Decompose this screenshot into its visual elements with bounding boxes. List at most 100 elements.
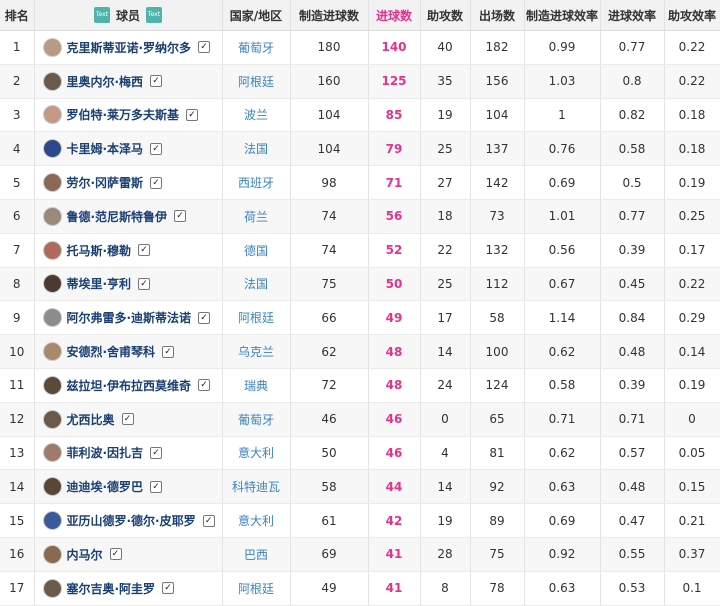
- player-name-link[interactable]: 蒂埃里·亨利: [67, 277, 132, 291]
- country-link[interactable]: 荷兰: [222, 199, 291, 234]
- checkbox-icon[interactable]: ✓: [138, 277, 151, 290]
- player-name-link[interactable]: 卡里姆·本泽马: [67, 142, 144, 156]
- player-cell[interactable]: 安德烈·舍甫琴科 ✓: [34, 334, 223, 369]
- assists-cell: 40: [420, 30, 471, 65]
- assists-cell: 28: [420, 537, 471, 572]
- assists-cell: 22: [420, 233, 471, 268]
- country-link[interactable]: 波兰: [222, 98, 291, 133]
- player-cell[interactable]: 里奥内尔·梅西 ✓: [34, 64, 223, 99]
- player-name-link[interactable]: 里奥内尔·梅西: [67, 75, 144, 89]
- country-link[interactable]: 法国: [222, 131, 291, 167]
- country-link[interactable]: 法国: [222, 267, 291, 302]
- header-rank[interactable]: 排名: [0, 0, 35, 31]
- rank-cell: 12: [0, 402, 35, 437]
- country-link[interactable]: 意大利: [222, 503, 291, 538]
- checkbox-icon[interactable]: ✓: [162, 345, 175, 358]
- checkbox-icon[interactable]: ✓: [109, 548, 122, 561]
- header-goal-eff[interactable]: 进球效率: [600, 0, 665, 31]
- country-link[interactable]: 科特迪瓦: [222, 469, 291, 505]
- country-link[interactable]: 阿根廷: [222, 64, 291, 99]
- assists-cell: 35: [420, 64, 471, 99]
- player-cell[interactable]: 劳尔·冈萨雷斯 ✓: [34, 165, 223, 200]
- country-link[interactable]: 巴西: [222, 537, 291, 572]
- header-assists[interactable]: 助攻数: [420, 0, 471, 31]
- player-cell[interactable]: 兹拉坦·伊布拉西莫维奇 ✓: [34, 368, 223, 403]
- header-player[interactable]: Text 球员 Text: [34, 0, 223, 31]
- player-name-link[interactable]: 劳尔·冈萨雷斯: [67, 176, 144, 190]
- checkbox-icon[interactable]: ✓: [150, 480, 163, 493]
- country-link[interactable]: 意大利: [222, 436, 291, 471]
- table-row: 10 安德烈·舍甫琴科 ✓ 乌克兰 62 48 14 100 0.62 0.48 0.14: [0, 334, 720, 369]
- player-cell[interactable]: 塞尔吉奥·阿圭罗 ✓: [34, 571, 223, 606]
- country-link[interactable]: 瑞典: [222, 368, 291, 403]
- assists-cell: 27: [420, 165, 471, 200]
- assists-cell: 14: [420, 334, 471, 369]
- text-tool-icon-left[interactable]: Text: [93, 7, 110, 23]
- player-cell[interactable]: 内马尔 ✓: [34, 537, 223, 572]
- player-name-link[interactable]: 托马斯·穆勒: [67, 244, 132, 258]
- checkbox-icon[interactable]: ✓: [150, 176, 163, 189]
- country-link[interactable]: 葡萄牙: [222, 402, 291, 437]
- header-country[interactable]: 国家/地区: [222, 0, 291, 31]
- rank-cell: 2: [0, 64, 35, 99]
- header-created[interactable]: 制造进球数: [290, 0, 369, 31]
- header-goals[interactable]: 进球数: [368, 0, 421, 31]
- player-name-link[interactable]: 尤西比奥: [67, 413, 115, 427]
- player-cell[interactable]: 菲利波·因扎吉 ✓: [34, 436, 223, 471]
- checkbox-icon[interactable]: ✓: [202, 514, 215, 527]
- rank-cell: 4: [0, 131, 35, 167]
- player-cell[interactable]: 罗伯特·莱万多夫斯基 ✓: [34, 98, 223, 133]
- player-name-link[interactable]: 安德烈·舍甫琴科: [67, 345, 156, 359]
- header-created-eff[interactable]: 制造进球效率: [524, 0, 601, 31]
- text-tool-icon-right[interactable]: Text: [146, 7, 162, 23]
- checkbox-icon[interactable]: ✓: [138, 244, 151, 257]
- player-name-link[interactable]: 内马尔: [67, 548, 103, 562]
- header-apps[interactable]: 出场数: [470, 0, 525, 31]
- checkbox-icon[interactable]: ✓: [174, 210, 187, 223]
- country-link[interactable]: 葡萄牙: [222, 30, 291, 65]
- country-link[interactable]: 阿根廷: [222, 300, 291, 336]
- created-eff-cell: 1.03: [524, 64, 601, 99]
- player-avatar: [42, 477, 62, 497]
- player-name-link[interactable]: 兹拉坦·伊布拉西莫维奇: [67, 379, 192, 393]
- header-assist-eff[interactable]: 助攻效率: [664, 0, 720, 31]
- player-cell[interactable]: 鲁德·范尼斯特鲁伊 ✓: [34, 199, 223, 234]
- player-name-link[interactable]: 亚历山德罗·德尔·皮耶罗: [67, 514, 196, 528]
- country-link[interactable]: 乌克兰: [222, 334, 291, 369]
- player-cell[interactable]: 阿尔弗雷多·迪斯蒂法诺 ✓: [34, 300, 223, 336]
- player-cell[interactable]: 蒂埃里·亨利 ✓: [34, 267, 223, 302]
- assists-cell: 18: [420, 199, 471, 234]
- checkbox-icon[interactable]: ✓: [198, 379, 211, 392]
- country-link[interactable]: 阿根廷: [222, 571, 291, 606]
- created-cell: 58: [290, 469, 369, 505]
- player-cell[interactable]: 托马斯·穆勒 ✓: [34, 233, 223, 268]
- player-name-link[interactable]: 克里斯蒂亚诺·罗纳尔多: [67, 41, 192, 55]
- country-link[interactable]: 德国: [222, 233, 291, 268]
- checkbox-icon[interactable]: ✓: [186, 108, 199, 121]
- table-body: 1 克里斯蒂亚诺·罗纳尔多 ✓ 葡萄牙 180 140 40 182 0.99 0.77 0.22 2…: [0, 30, 720, 606]
- checkbox-icon[interactable]: ✓: [162, 582, 175, 595]
- player-cell[interactable]: 尤西比奥 ✓: [34, 402, 223, 437]
- player-name-link[interactable]: 鲁德·范尼斯特鲁伊: [67, 210, 168, 224]
- player-name-link[interactable]: 阿尔弗雷多·迪斯蒂法诺: [67, 311, 192, 325]
- created-cell: 72: [290, 368, 369, 403]
- assist-eff-cell: 0.21: [664, 503, 720, 538]
- checkbox-icon[interactable]: ✓: [150, 75, 163, 88]
- checkbox-icon[interactable]: ✓: [198, 311, 211, 324]
- checkbox-icon[interactable]: ✓: [121, 413, 134, 426]
- player-name-link[interactable]: 菲利波·因扎吉: [67, 446, 144, 460]
- player-cell[interactable]: 卡里姆·本泽马 ✓: [34, 131, 223, 167]
- rank-cell: 14: [0, 469, 35, 505]
- country-link[interactable]: 西班牙: [222, 165, 291, 200]
- player-cell[interactable]: 迪迪埃·德罗巴 ✓: [34, 469, 223, 505]
- player-name-link[interactable]: 迪迪埃·德罗巴: [67, 480, 144, 494]
- player-name-link[interactable]: 罗伯特·莱万多夫斯基: [67, 108, 180, 122]
- checkbox-icon[interactable]: ✓: [150, 142, 163, 155]
- apps-cell: 92: [470, 469, 525, 505]
- created-cell: 49: [290, 571, 369, 606]
- assists-cell: 25: [420, 131, 471, 167]
- checkbox-icon[interactable]: ✓: [150, 446, 163, 459]
- player-cell[interactable]: 克里斯蒂亚诺·罗纳尔多 ✓: [34, 30, 223, 65]
- checkbox-icon[interactable]: ✓: [198, 41, 211, 54]
- player-cell[interactable]: 亚历山德罗·德尔·皮耶罗 ✓: [34, 503, 223, 538]
